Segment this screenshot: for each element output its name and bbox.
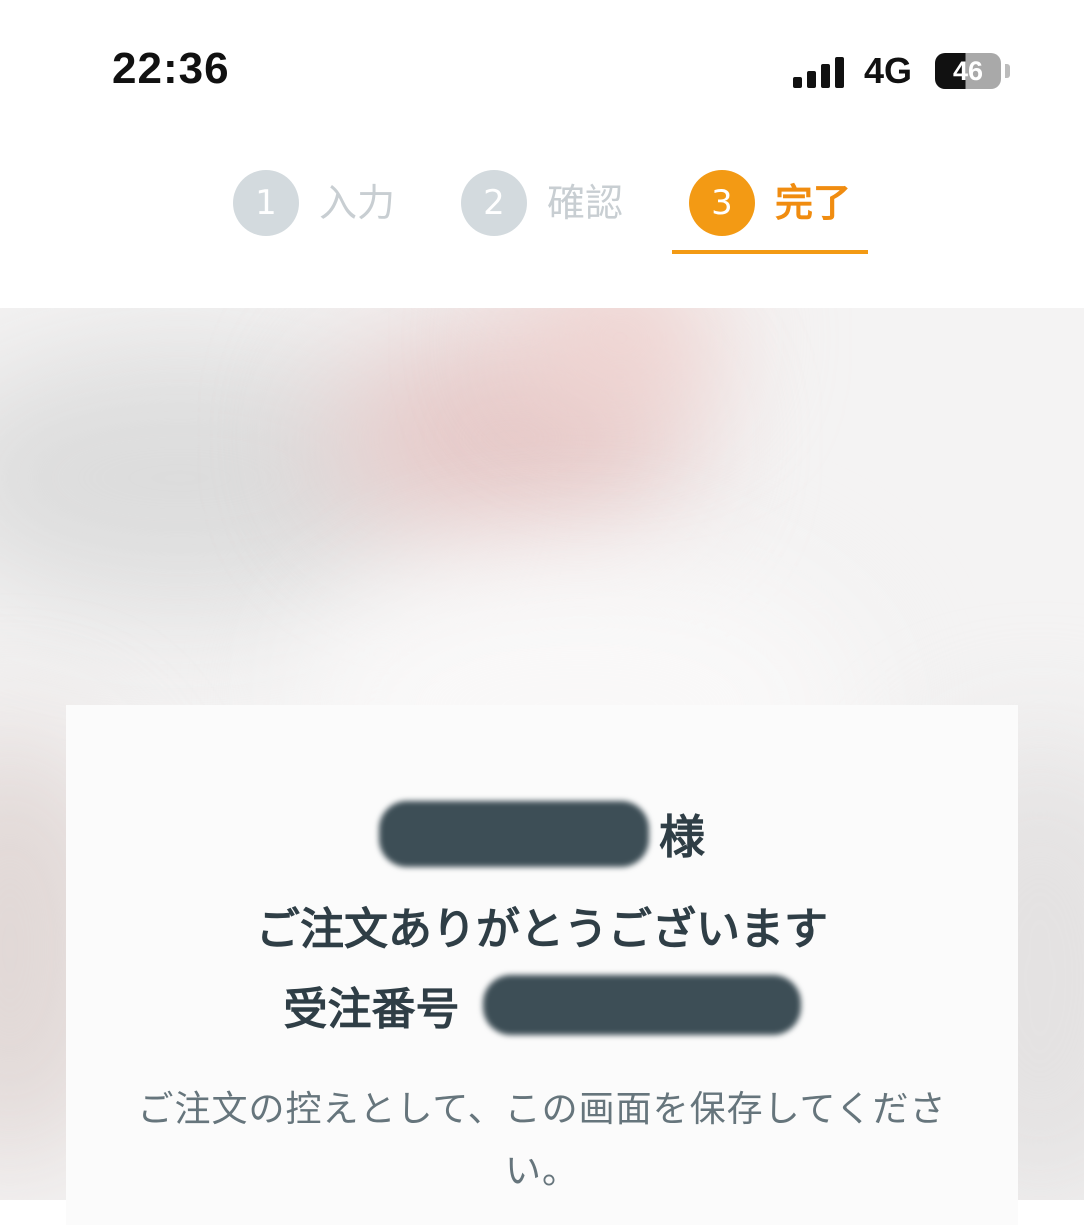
order-number-label: 受注番号 <box>283 984 460 1035</box>
signal-strength-icon <box>793 56 849 88</box>
thank-you-message: ご注文ありがとうございます <box>256 904 828 955</box>
battery-cap <box>1005 64 1010 78</box>
step-label: 完了 <box>775 181 852 225</box>
redacted-order-number <box>482 975 801 1035</box>
order-confirmation-card: 様 ご注文ありがとうございます 受注番号 ご注文の控えとして、この画面を保存して… <box>66 705 1018 1225</box>
customer-name-line: 様 <box>66 801 1018 871</box>
checkout-stepper: 1 入力 2 確認 3 完了 <box>0 130 1084 308</box>
active-step-indicator <box>672 250 868 254</box>
step-number: 1 <box>233 170 299 236</box>
honorific-suffix: 様 <box>659 810 705 864</box>
step-label: 入力 <box>319 181 396 225</box>
battery-icon: 46 <box>935 53 1001 89</box>
step-number: 3 <box>689 170 755 236</box>
status-bar: 22:36 4G 46 <box>0 0 1084 130</box>
save-screen-note: ご注文の控えとして、この画面を保存してください。 <box>137 1089 947 1192</box>
order-number-line: 受注番号 <box>66 973 1018 1037</box>
status-time: 22:36 <box>112 44 230 93</box>
step-number: 2 <box>461 170 527 236</box>
step-label: 確認 <box>547 181 624 225</box>
redacted-customer-name <box>379 801 649 867</box>
network-type: 4G <box>864 50 913 91</box>
